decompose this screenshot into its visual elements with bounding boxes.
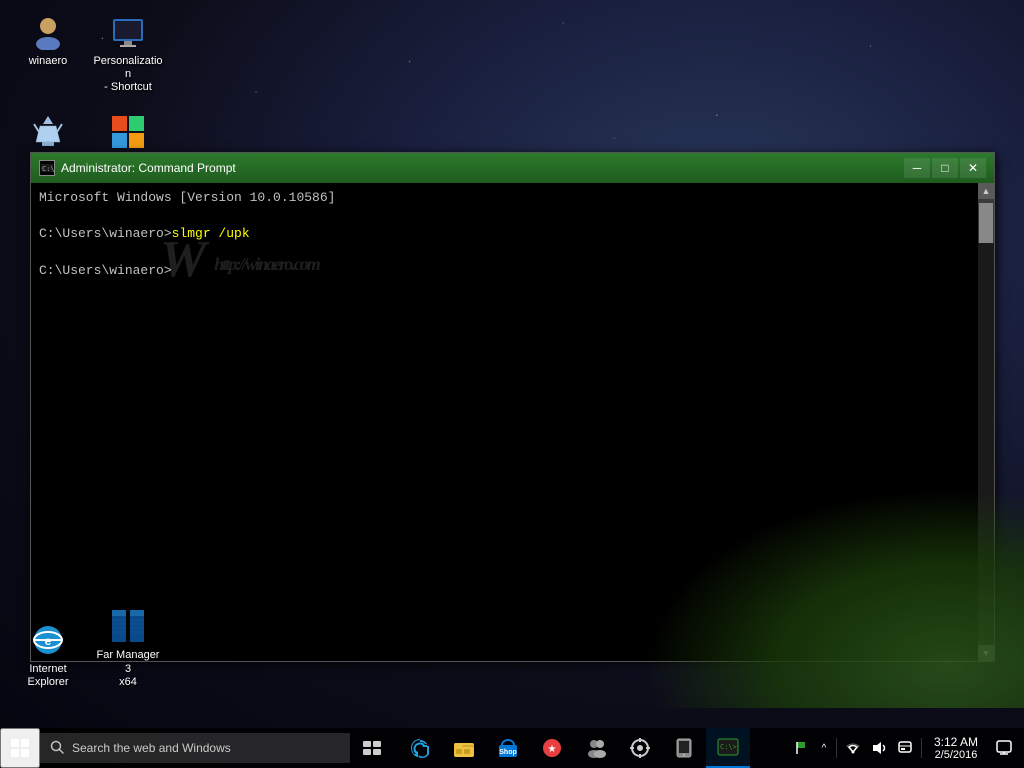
recycle-icon [28,112,68,152]
clock-time: 3:12 AM [934,735,978,749]
winaero-label: winaero [29,55,68,68]
taskbar-tablet[interactable] [662,728,706,768]
svg-text:e: e [45,634,52,648]
taskbar-edge[interactable] [398,728,442,768]
cmd-line-1: Microsoft Windows [Version 10.0.10586] [39,189,970,207]
search-bar[interactable]: Search the web and Windows [40,733,350,763]
search-placeholder-text: Search the web and Windows [72,741,231,755]
scrollbar-thumb[interactable] [979,203,993,243]
personalization-label: Personalization- Shortcut [92,55,164,95]
taskbar-explorer[interactable] [442,728,486,768]
ie-label: InternetExplorer [28,663,69,689]
ie-icon: e [28,620,68,660]
cmd-line-4 [39,244,970,262]
scrollbar-down-arrow[interactable]: ▼ [978,645,994,661]
cmd-controls: ─ □ ✕ [904,158,986,178]
cmd-body-wrapper: Microsoft Windows [Version 10.0.10586] C… [31,183,994,661]
cmd-line-5: C:\Users\winaero> [39,262,970,280]
cmd-line-2 [39,207,970,225]
clock-date: 2/5/2016 [935,749,978,761]
desktop-icon-personalization[interactable]: Personalization- Shortcut [88,8,168,99]
desktop-icon-ie[interactable]: e InternetExplorer [8,616,88,693]
svg-text:C:\>_: C:\>_ [720,743,739,751]
scrollbar-up-arrow[interactable]: ▲ [978,183,994,199]
scrollbar-track [978,243,994,645]
cmd-window[interactable]: C:\ Administrator: Command Prompt ─ □ ✕ … [30,152,995,662]
farmanager-label: Far Manager 3x64 [92,649,164,689]
tray-network-icon[interactable] [841,728,865,768]
start-square-2 [21,739,29,747]
tray-volume-icon[interactable] [867,728,891,768]
start-square-3 [11,749,19,757]
cmd-line-3: C:\Users\winaero>slmgr /upk [39,225,970,243]
action-center-button[interactable] [988,728,1020,768]
personalization-icon [108,12,148,52]
farmanager-icon [108,606,148,646]
taskview-button[interactable] [350,728,394,768]
taskbar-people[interactable] [574,728,618,768]
taskbar-settings[interactable] [618,728,662,768]
clock[interactable]: 3:12 AM 2/5/2016 [926,728,986,768]
tray-flag-icon[interactable] [790,728,814,768]
start-icon [11,739,29,757]
cmd-body[interactable]: Microsoft Windows [Version 10.0.10586] C… [31,183,978,661]
taskbar-pinned-apps: Shop ★ [398,728,750,768]
cmd-scrollbar[interactable]: ▲ ▼ [978,183,994,661]
tray-expand-button[interactable]: ^ [816,728,832,768]
taskbar-app1[interactable]: ★ [530,728,574,768]
taskbar-store[interactable]: Shop [486,728,530,768]
search-icon [50,740,64,757]
tray-separator-2 [921,738,922,758]
svg-text:★: ★ [548,744,557,755]
taskbar: Search the web and Windows [0,728,1024,768]
cmd-titlebar[interactable]: C:\ Administrator: Command Prompt ─ □ ✕ [31,153,994,183]
tray-separator [836,738,837,758]
winaero-icon [28,12,68,52]
system-tray: ^ [786,728,1024,768]
svg-text:Shop: Shop [499,749,517,756]
close-button[interactable]: ✕ [960,158,986,178]
tray-notification-icon[interactable] [893,728,917,768]
desktop: winaero Personalization- Shortcut Rec... [0,0,1024,768]
windows-logo-icon [108,112,148,152]
svg-text:C:\: C:\ [42,165,54,173]
desktop-icon-farmanager[interactable]: Far Manager 3x64 [88,602,168,693]
maximize-button[interactable]: □ [932,158,958,178]
taskbar-cmd[interactable]: C:\>_ [706,728,750,768]
cmd-title-text: Administrator: Command Prompt [61,161,904,175]
start-square-1 [11,739,19,747]
cmd-titlebar-icon: C:\ [39,160,55,176]
desktop-icon-winaero[interactable]: winaero [8,8,88,72]
minimize-button[interactable]: ─ [904,158,930,178]
start-square-4 [21,749,29,757]
start-button[interactable] [0,728,40,768]
